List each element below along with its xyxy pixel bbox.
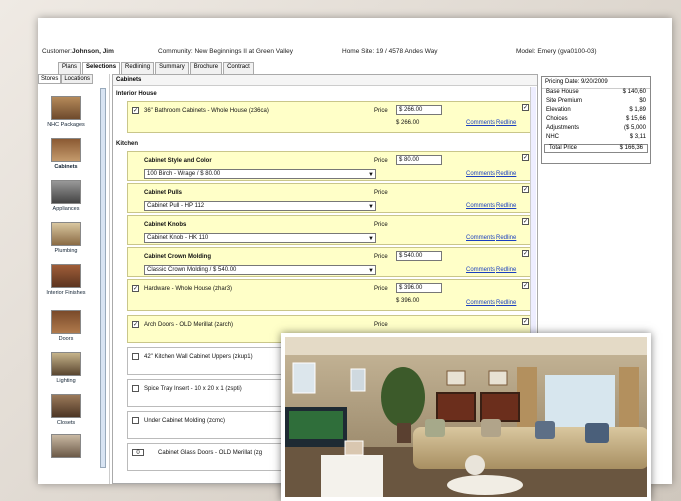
category-more[interactable] bbox=[46, 434, 86, 460]
comments-link[interactable]: Comments bbox=[466, 120, 495, 126]
comments-link[interactable]: Comments bbox=[466, 203, 495, 209]
price-field[interactable]: $ 396.00 bbox=[396, 283, 442, 293]
redline-link[interactable]: Redline bbox=[496, 267, 516, 273]
option-checkbox[interactable]: ✓ bbox=[132, 107, 139, 114]
tab-summary[interactable]: Summary bbox=[155, 62, 189, 74]
price-field[interactable]: $ 266.00 bbox=[396, 105, 442, 115]
option-select[interactable]: Classic Crown Molding / $ 540.00 ▼ bbox=[144, 265, 376, 275]
category-interior-finishes[interactable]: Interior Finishes bbox=[46, 264, 86, 296]
customer-name: Johnson, Jim bbox=[72, 48, 114, 55]
price-field[interactable]: $ 80.00 bbox=[396, 155, 442, 165]
option-select[interactable]: Cabinet Knob - HK 110 ▼ bbox=[144, 233, 376, 243]
category-thumbnail bbox=[51, 310, 81, 334]
section-kitchen: Kitchen bbox=[116, 141, 139, 147]
main-tabs: Plans Selections Redlining Summary Broch… bbox=[58, 62, 254, 74]
customer-label: Customer: bbox=[42, 48, 72, 55]
pricing-row: Base House $ 140,60 bbox=[546, 89, 646, 95]
pricing-row: Elevation $ 1,89 bbox=[546, 107, 646, 113]
option-checkbox[interactable]: ✓ bbox=[132, 321, 139, 328]
sidebar-scrollbar[interactable] bbox=[100, 88, 106, 468]
redline-link[interactable]: Redline bbox=[496, 120, 516, 126]
living-room-photo bbox=[281, 333, 651, 501]
category-thumbnail bbox=[51, 394, 81, 418]
category-thumbnail bbox=[51, 222, 81, 246]
redline-link[interactable]: Redline bbox=[496, 300, 516, 306]
redline-link[interactable]: Redline bbox=[496, 235, 516, 241]
option-row: Cabinet Knobs Price Cabinet Knob - HK 11… bbox=[127, 215, 533, 245]
tab-plans[interactable]: Plans bbox=[58, 62, 82, 74]
comments-link[interactable]: Comments bbox=[466, 300, 495, 306]
category-plumbing[interactable]: Plumbing bbox=[46, 222, 86, 254]
option-row: Cabinet Style and Color Price $ 80.00 10… bbox=[127, 151, 533, 181]
category-thumbnail bbox=[51, 96, 81, 120]
option-row: Cabinet Pulls Price Cabinet Pull - HP 11… bbox=[127, 183, 533, 213]
option-checkbox[interactable] bbox=[132, 417, 139, 424]
pricing-row: Site Premium $0 bbox=[546, 98, 646, 104]
quantity-field[interactable]: 0 bbox=[132, 449, 144, 456]
comments-link[interactable]: Comments bbox=[466, 235, 495, 241]
redline-checkbox[interactable]: ✓ bbox=[522, 250, 529, 257]
option-checkbox[interactable]: ✓ bbox=[132, 285, 139, 292]
section-interior-house: Interior House bbox=[116, 91, 157, 97]
category-lighting[interactable]: Lighting bbox=[46, 352, 86, 384]
option-checkbox[interactable] bbox=[132, 353, 139, 360]
redline-checkbox[interactable]: ✓ bbox=[522, 186, 529, 193]
category-nhc-packages[interactable]: NHC Packages bbox=[46, 96, 86, 128]
category-thumbnail bbox=[51, 264, 81, 288]
option-checkbox[interactable] bbox=[132, 385, 139, 392]
category-thumbnail bbox=[51, 434, 81, 458]
redline-checkbox[interactable]: ✓ bbox=[522, 218, 529, 225]
redline-checkbox[interactable]: ✓ bbox=[522, 154, 529, 161]
redline-checkbox[interactable]: ✓ bbox=[522, 282, 529, 289]
category-closets[interactable]: Closets bbox=[46, 394, 86, 426]
redline-checkbox[interactable]: ✓ bbox=[522, 104, 529, 111]
tab-brochure[interactable]: Brochure bbox=[189, 62, 223, 74]
pricing-panel: Pricing Date: 9/20/2009 Base House $ 140,… bbox=[541, 76, 651, 164]
category-thumbnail bbox=[51, 352, 81, 376]
option-select[interactable]: Cabinet Pull - HP 112 ▼ bbox=[144, 201, 376, 211]
pricing-row: Choices $ 15,66 bbox=[546, 116, 646, 122]
home-site: Home Site: 19 / 4578 Andes Way bbox=[342, 48, 438, 55]
redline-link[interactable]: Redline bbox=[496, 203, 516, 209]
option-row: Cabinet Crown Molding Price $ 540.00 Cla… bbox=[127, 247, 533, 277]
category-doors[interactable]: Doors bbox=[46, 310, 86, 342]
panel-title: Cabinets bbox=[113, 75, 537, 86]
total-price-row: Total Price $ 166,36 bbox=[544, 144, 648, 153]
category-thumbnail bbox=[51, 180, 81, 204]
comments-link[interactable]: Comments bbox=[466, 267, 495, 273]
living-room-image bbox=[285, 337, 647, 497]
redline-link[interactable]: Redline bbox=[496, 171, 516, 177]
option-row: ✓ Hardware - Whole House (zhar3) Price $… bbox=[127, 279, 533, 311]
price-field[interactable]: $ 540.00 bbox=[396, 251, 442, 261]
category-appliances[interactable]: Appliances bbox=[46, 180, 86, 212]
customer-header: Customer: Johnson, Jim Community: New Be… bbox=[38, 44, 672, 60]
tab-stores[interactable]: Stores bbox=[38, 74, 62, 84]
model: Model: Emery (gva0100-03) bbox=[516, 48, 597, 55]
tab-selections[interactable]: Selections bbox=[82, 62, 121, 74]
community: Community: New Beginnings II at Green Va… bbox=[158, 48, 293, 55]
option-row: ✓ 36" Bathroom Cabinets - Whole House (z… bbox=[127, 101, 533, 133]
category-cabinets[interactable]: Cabinets bbox=[46, 138, 86, 170]
option-select[interactable]: 100 Birch - Wrage / $ 80.00 ▼ bbox=[144, 169, 376, 179]
pricing-row: Adjustments ($ 5,000 bbox=[546, 125, 646, 131]
comments-link[interactable]: Comments bbox=[466, 171, 495, 177]
redline-checkbox[interactable]: ✓ bbox=[522, 318, 529, 325]
tab-redlining[interactable]: Redlining bbox=[121, 62, 155, 74]
tab-contract[interactable]: Contract bbox=[223, 62, 254, 74]
category-thumbnail bbox=[51, 138, 81, 162]
pricing-title: Pricing Date: 9/20/2009 bbox=[542, 77, 650, 89]
tab-locations[interactable]: Locations bbox=[61, 74, 94, 84]
pricing-row: NHC $ 3,11 bbox=[546, 134, 646, 140]
